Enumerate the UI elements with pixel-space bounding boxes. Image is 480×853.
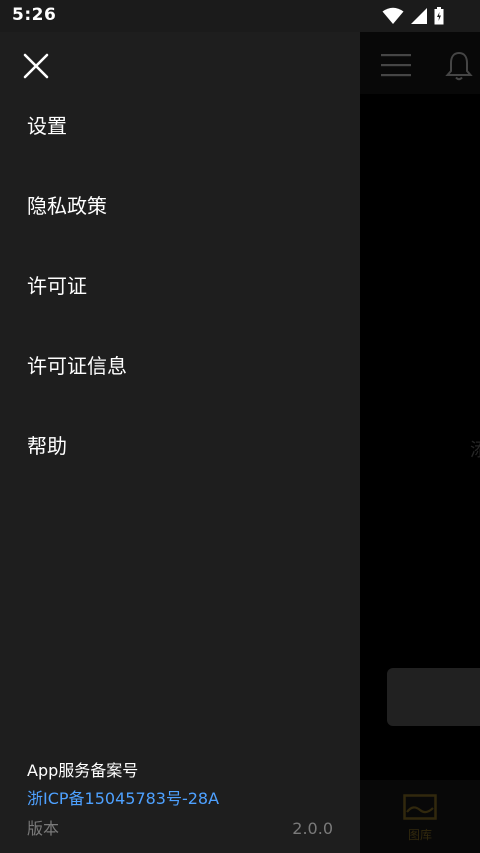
battery-icon <box>434 7 444 25</box>
close-icon[interactable] <box>22 52 50 80</box>
icp-filing-title: App服务备案号 <box>27 761 139 780</box>
menu-item-settings[interactable]: 设置 <box>0 86 360 166</box>
menu-item-license-info[interactable]: 许可证信息 <box>0 326 360 406</box>
version-label: 版本 <box>27 819 60 838</box>
status-bar: 5:26 <box>0 0 480 32</box>
version-row: 版本 2.0.0 <box>27 814 333 844</box>
wifi-icon <box>382 7 404 24</box>
cell-signal-icon <box>411 8 427 24</box>
menu-item-license[interactable]: 许可证 <box>0 246 360 326</box>
status-icons <box>382 6 444 26</box>
version-value: 2.0.0 <box>292 819 333 838</box>
drawer-menu: 设置 隐私政策 许可证 许可证信息 帮助 <box>0 86 360 486</box>
navigation-drawer: 设置 隐私政策 许可证 许可证信息 帮助 App服务备案号 浙ICP备15045… <box>0 32 360 853</box>
menu-item-privacy-policy[interactable]: 隐私政策 <box>0 166 360 246</box>
drawer-footer: App服务备案号 浙ICP备15045783号-28A 版本 2.0.0 <box>27 758 333 844</box>
menu-item-help[interactable]: 帮助 <box>0 406 360 486</box>
status-time: 5:26 <box>12 5 57 25</box>
screen: 5:26 添 <box>0 0 480 853</box>
icp-filing-link[interactable]: 浙ICP备15045783号-28A <box>27 784 333 814</box>
